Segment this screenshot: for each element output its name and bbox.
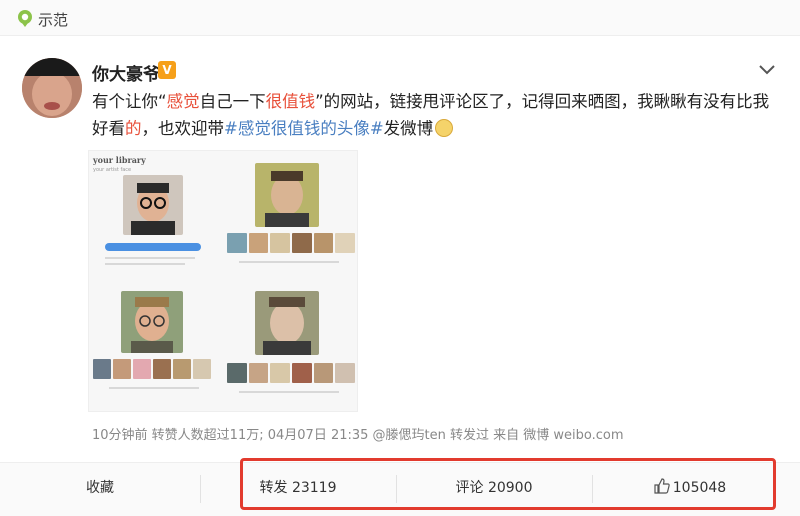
- hashtag-link[interactable]: #感觉很值钱的头像#: [224, 119, 384, 138]
- crying-face-emoji-icon: [435, 119, 454, 137]
- chevron-down-icon[interactable]: [756, 62, 778, 78]
- highlight-annotation-box: [240, 458, 776, 510]
- text-segment: 自己一下: [199, 92, 266, 111]
- keyword-feel: 感觉: [166, 92, 200, 111]
- text-segment: 有个让你“: [92, 92, 167, 111]
- post-text: 有个让你“感觉自己一下很值钱”的网站，链接甩评论区了，记得回来晒图，我瞅瞅有没有…: [92, 88, 772, 142]
- vip-badge-icon: V: [158, 61, 176, 79]
- text-segment: 发微博: [383, 119, 434, 138]
- artwork-strip: [227, 233, 356, 253]
- text-line: [105, 257, 195, 259]
- text-line: [105, 263, 185, 265]
- top-bar: 示范: [0, 0, 800, 36]
- post-meta: 10分钟前 转赞人数超过11万; 04月07日 21:35 @滕偲玙ten 转发…: [92, 428, 624, 443]
- artwork-strip: [93, 359, 211, 379]
- favorite-button[interactable]: 收藏: [0, 463, 200, 516]
- painted-portrait: [255, 163, 319, 227]
- header-label: 示范: [38, 11, 69, 29]
- painted-portrait: [121, 291, 183, 353]
- keyword-valuable: 很值钱: [265, 92, 316, 111]
- painted-portrait: [255, 291, 319, 355]
- location-pin-icon: [18, 10, 32, 27]
- text-segment: ，也欢迎带: [141, 119, 225, 138]
- text-line: [239, 391, 339, 393]
- avatar-face-image: [22, 58, 82, 118]
- image-library-subtitle: your artist face: [93, 167, 132, 173]
- upload-button: [105, 243, 201, 251]
- keyword-de: 的: [125, 119, 142, 138]
- post-image[interactable]: your library your artist face: [88, 150, 358, 412]
- text-line: [109, 387, 199, 389]
- artwork-strip: [227, 363, 356, 383]
- avatar[interactable]: [22, 58, 82, 118]
- photo-portrait: [123, 175, 183, 235]
- text-line: [239, 261, 339, 263]
- username[interactable]: 你大豪爷: [92, 60, 160, 85]
- image-library-title: your library: [93, 155, 146, 165]
